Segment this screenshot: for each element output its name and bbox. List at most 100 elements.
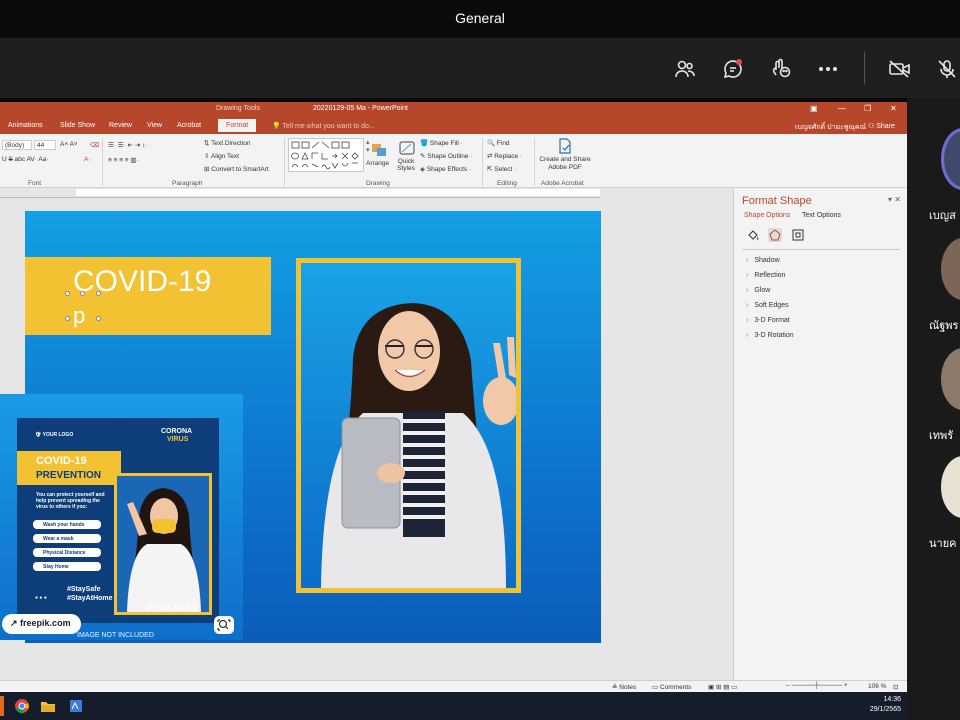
bullets-icon[interactable]: ☰· ☰· ⇤ ⇥ ↕·	[108, 141, 148, 149]
align-icons[interactable]: ≡ ≡ ≡ ≡ ▥·	[108, 156, 139, 164]
notes-button[interactable]: ≜ Notes	[612, 683, 636, 691]
vertical-scrollbar[interactable]	[722, 198, 732, 658]
font-size-box[interactable]: 44	[34, 140, 56, 150]
taskbar-clock[interactable]: 14:36 29/1/2565	[870, 695, 901, 715]
share-button[interactable]: ⚇ Share	[868, 122, 895, 130]
tab-slide-show[interactable]: Slide Show	[60, 122, 95, 129]
align-text-button[interactable]: ⇳ Align Text	[204, 152, 239, 160]
fill-line-icon[interactable]	[746, 228, 760, 242]
tab-shape-options[interactable]: Shape Options	[744, 212, 790, 219]
shape-outline-button[interactable]: ✎ Shape Outline ·	[420, 152, 472, 160]
select-button[interactable]: ⇱ Select ·	[487, 165, 516, 173]
camera-off-icon[interactable]	[887, 56, 913, 82]
tell-me-text: Tell me what you want to do...	[282, 123, 375, 130]
tab-text-options[interactable]: Text Options	[802, 212, 841, 219]
participant-avatar[interactable]	[941, 348, 960, 410]
tab-review[interactable]: Review	[109, 122, 132, 129]
participant-avatar[interactable]	[941, 128, 960, 190]
zoom-slider[interactable]: – ─────┼───── +	[786, 682, 848, 689]
adobe-pdf-icon[interactable]	[557, 138, 573, 156]
shape-effects-button[interactable]: ◈ Shape Effects ·	[420, 165, 471, 173]
reactions-icon[interactable]	[768, 56, 794, 82]
flyer-phone: ✆ +123 456 789	[147, 605, 198, 612]
zoom-level[interactable]: 106 %	[868, 683, 886, 690]
participant-name: เบญส	[929, 210, 956, 222]
close-pane-icon[interactable]: ▾ ✕	[888, 195, 901, 204]
create-share-pdf-button[interactable]: Create and Share Adobe PDF	[538, 156, 592, 172]
image-zoom-icon[interactable]	[214, 616, 234, 634]
file-explorer-icon[interactable]	[40, 699, 56, 718]
flyer-phone-number: +123 456 789	[154, 605, 198, 612]
section-shadow[interactable]: Shadow	[746, 257, 779, 264]
find-button[interactable]: 🔍 Find	[487, 139, 510, 147]
size-properties-icon[interactable]	[791, 228, 805, 242]
shape-effects-label: Shape Effects	[426, 166, 468, 173]
app-icon[interactable]	[68, 698, 84, 719]
shapes-gallery-scroll-icon[interactable]: ▴ ▾	[366, 138, 370, 154]
selection-handle[interactable]	[80, 291, 85, 296]
participant-avatar[interactable]	[941, 238, 960, 300]
more-options-icon[interactable]	[815, 56, 841, 82]
restore-icon[interactable]: ❐	[864, 104, 871, 113]
section-3d-format[interactable]: 3-D Format	[746, 317, 789, 324]
shape-fill-button[interactable]: 🪣 Shape Fill ·	[420, 139, 463, 147]
chat-icon[interactable]	[720, 56, 746, 82]
fit-slide-icon[interactable]: ⊡	[893, 683, 898, 691]
convert-smartart-button[interactable]: ⊞ Convert to SmartArt	[204, 165, 269, 173]
close-icon[interactable]: ✕	[890, 104, 897, 113]
comments-button[interactable]: ▭ Comments	[652, 683, 691, 691]
mic-off-icon[interactable]	[934, 56, 960, 82]
flyer-social-icons: ● ● ●	[35, 595, 47, 601]
chrome-icon[interactable]	[14, 698, 30, 719]
flyer-tag: #StaySafe	[67, 586, 101, 593]
arrange-icon[interactable]	[370, 142, 390, 160]
tab-acrobat[interactable]: Acrobat	[177, 122, 201, 129]
section-soft-edges[interactable]: Soft Edges	[746, 302, 788, 309]
ribbon-divider	[284, 138, 285, 186]
slide-title[interactable]: COVID-19	[73, 265, 211, 299]
clear-format-icon[interactable]: ⌫	[90, 141, 99, 149]
selection-handle[interactable]	[96, 316, 101, 321]
tell-me-search[interactable]: 💡 Tell me what you want to do...	[272, 122, 375, 130]
tab-animations[interactable]: Animations	[8, 122, 43, 129]
flyer-virus: VIRUS	[167, 436, 189, 443]
font-name-box[interactable]: (Body)	[2, 140, 32, 150]
shapes-gallery[interactable]	[288, 138, 364, 172]
font-color-icon[interactable]: A·	[84, 156, 91, 163]
replace-button[interactable]: ⇄ Replace ·	[487, 152, 522, 160]
woman-photo[interactable]	[296, 258, 521, 593]
user-name: เบญจศักดิ์ ป่ามะพูณุคณ์	[795, 124, 867, 131]
share-label: Share	[876, 123, 895, 130]
meeting-title: General	[455, 10, 505, 26]
selection-handle[interactable]	[96, 291, 101, 296]
freepik-badge[interactable]: ↗ freepik.com	[2, 614, 81, 634]
view-buttons[interactable]: ▣ ⊞ ▤ ▭	[708, 683, 737, 691]
minimize-icon[interactable]: —	[838, 104, 846, 113]
ribbon-display-icon[interactable]: ▣	[810, 104, 818, 113]
freepik-flyer-image[interactable]: 🛡 YOUR LOGO CORONA VIRUS COVID-19 PREVEN…	[0, 394, 243, 640]
font-style-icons[interactable]: U S abc AV· Aa·	[2, 156, 49, 163]
participant-avatar[interactable]	[941, 456, 960, 518]
quick-styles-icon[interactable]	[398, 140, 416, 158]
group-font-label: Font	[28, 180, 42, 187]
text-direction-button[interactable]: ⇅ Text Direction	[204, 139, 251, 147]
participants-icon[interactable]	[672, 56, 698, 82]
arrange-label[interactable]: Arrange	[366, 160, 389, 167]
grow-shrink-font-icon[interactable]: A˄ A˅	[60, 141, 78, 148]
drawing-tools-label: Drawing Tools	[216, 105, 260, 112]
section-reflection[interactable]: Reflection	[746, 272, 785, 279]
flyer-title: COVID-19	[36, 455, 87, 467]
tab-view[interactable]: View	[147, 122, 162, 129]
selection-handle[interactable]	[65, 316, 70, 321]
group-editing-label: Editing	[497, 180, 517, 187]
shape-outline-label: Shape Outline	[427, 153, 469, 160]
section-glow[interactable]: Glow	[746, 287, 770, 294]
effects-icon[interactable]	[768, 228, 782, 242]
tab-format[interactable]: Format	[218, 119, 257, 132]
selection-handle[interactable]	[65, 291, 70, 296]
slide-subtitle[interactable]: p	[73, 303, 85, 329]
quick-styles-label[interactable]: Quick Styles	[394, 158, 418, 172]
section-3d-rotation[interactable]: 3-D Rotation	[746, 332, 793, 339]
group-paragraph-label: Paragraph	[172, 180, 203, 187]
participant-name: เทพรั	[929, 430, 954, 442]
